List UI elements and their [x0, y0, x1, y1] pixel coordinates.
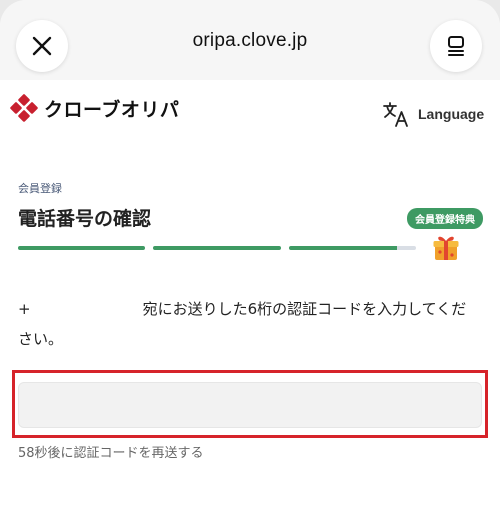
clove-logo-icon	[10, 94, 38, 122]
progress-step-2	[153, 246, 281, 250]
page-title: 電話番号の確認	[18, 208, 152, 230]
language-label: Language	[418, 106, 485, 122]
phone-prefix: +	[18, 300, 31, 318]
resend-code-text[interactable]: 58秒後に認証コードを再送する	[18, 442, 204, 461]
site-logo[interactable]: クローブオリパ	[10, 94, 179, 122]
instruction-text: + 宛にお送りした6桁の認証コードを入力してください。	[18, 294, 480, 354]
gift-box-icon	[433, 236, 459, 260]
browser-menu-button[interactable]	[430, 20, 482, 72]
browser-sheet: oripa.clove.jp クローブオリパ Language 会員登録 電話番…	[0, 0, 500, 522]
breadcrumb: 会員登録	[18, 182, 62, 195]
translate-icon	[383, 102, 408, 127]
browser-toolbar: oripa.clove.jp	[0, 0, 500, 80]
step-progress	[18, 246, 416, 250]
menu-icon	[448, 36, 464, 56]
verification-code-input[interactable]	[18, 382, 482, 428]
redacted-phone-number	[30, 300, 143, 319]
progress-step-1	[18, 246, 146, 250]
progress-step-3	[288, 246, 416, 250]
gift-badge: 会員登録特典	[407, 208, 483, 229]
logo-text: クローブオリパ	[44, 98, 180, 121]
language-selector[interactable]: Language	[382, 100, 484, 128]
page-content: クローブオリパ Language 会員登録 電話番号の確認 会員登録特典 + 宛…	[0, 80, 500, 522]
site-header: クローブオリパ Language	[0, 80, 500, 148]
url-label[interactable]: oripa.clove.jp	[0, 30, 500, 52]
